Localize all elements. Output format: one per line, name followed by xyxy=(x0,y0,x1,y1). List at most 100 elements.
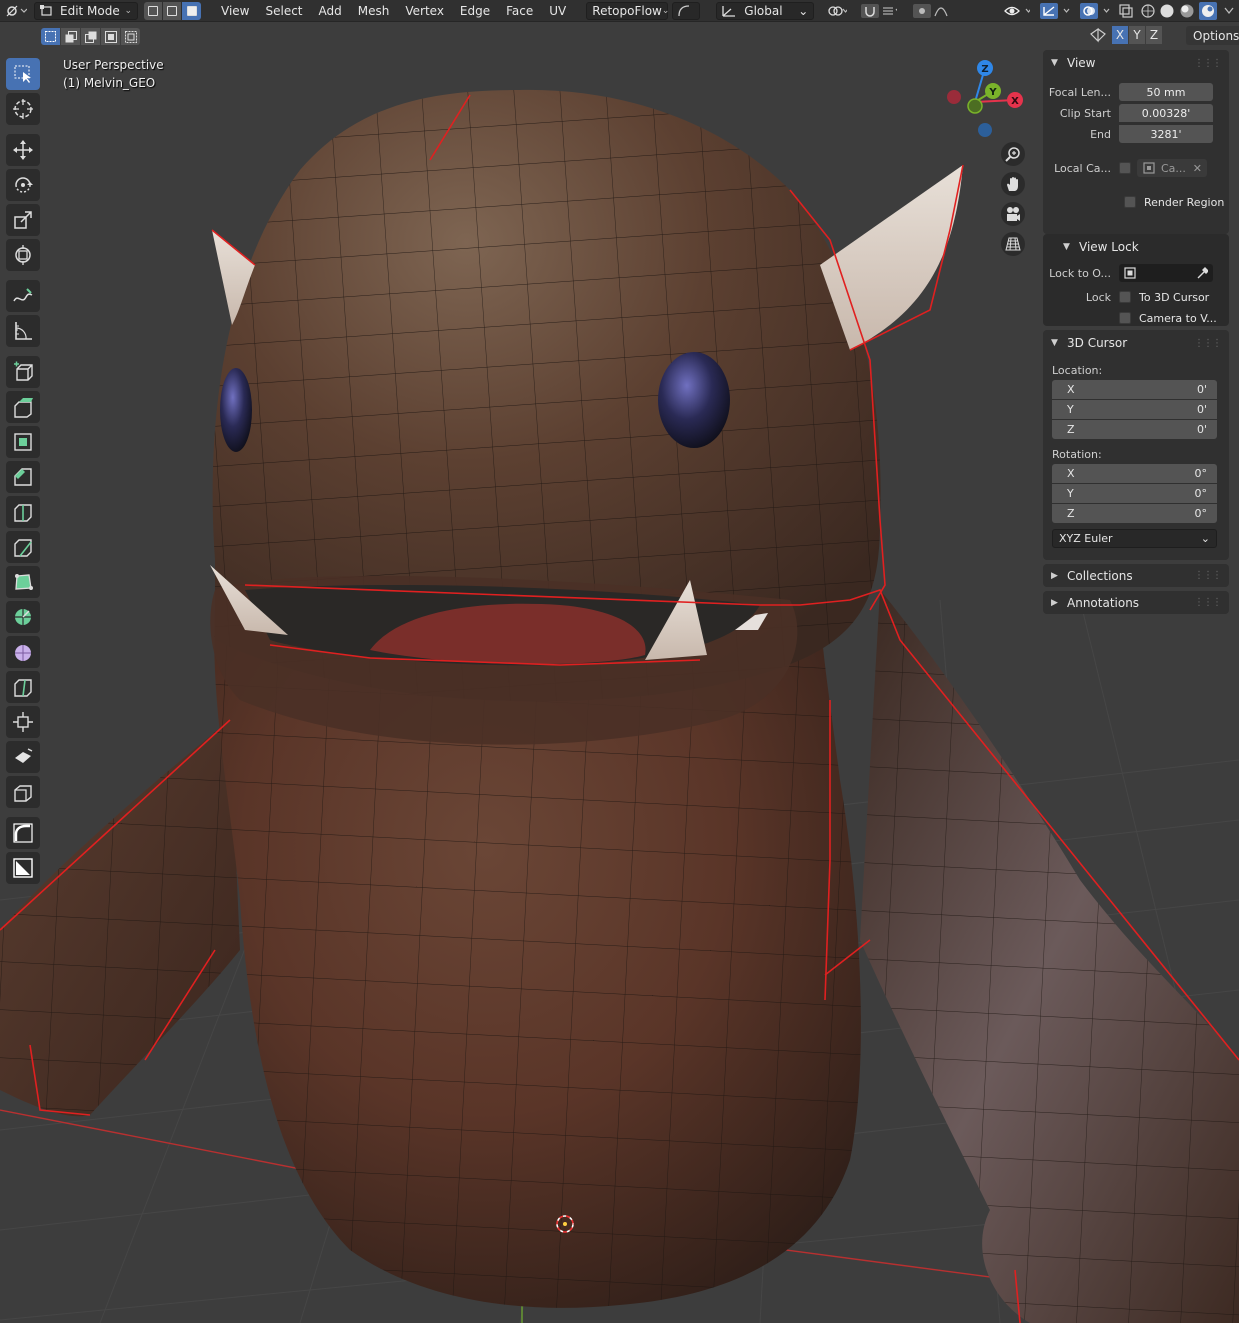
rotation-x-field[interactable]: X 0° xyxy=(1052,464,1217,483)
shading-icons[interactable] xyxy=(1139,1,1217,20)
mirror-y-toggle[interactable]: Y xyxy=(1129,26,1145,44)
orientation-axes-icon xyxy=(722,5,736,17)
rotate-tool[interactable] xyxy=(6,169,40,201)
mirror-z-toggle[interactable]: Z xyxy=(1146,26,1162,44)
object-visibility-dropdown[interactable] xyxy=(999,2,1035,20)
clip-end-field[interactable]: 3281' xyxy=(1119,125,1213,143)
select-box-tool[interactable] xyxy=(6,58,40,90)
transform-orientation-dropdown[interactable]: Global ⌄ xyxy=(716,1,815,20)
gizmo-toggle[interactable] xyxy=(1035,2,1075,20)
viewport-header: Edit Mode ⌄ View Select Add Mesh Vertex … xyxy=(0,0,1239,22)
clip-start-label: Clip Start xyxy=(1059,106,1111,120)
menu-add[interactable]: Add xyxy=(311,2,350,20)
camera-to-view-checkbox[interactable] xyxy=(1119,312,1131,324)
neg-y-handle[interactable] xyxy=(967,98,983,114)
select-subtract-button[interactable] xyxy=(81,28,100,45)
shrink-fatten-tool[interactable] xyxy=(6,706,40,738)
local-camera-checkbox[interactable] xyxy=(1119,162,1131,174)
menu-vertex[interactable]: Vertex xyxy=(397,2,452,20)
options-dropdown[interactable]: Options xyxy=(1186,26,1239,45)
lock-to-object-field[interactable] xyxy=(1119,264,1213,282)
custom-tool-2[interactable] xyxy=(6,852,40,884)
cursor-tool[interactable] xyxy=(6,93,40,125)
3d-viewport[interactable]: User Perspective (1) Melvin_GEO Z Y X ▼ … xyxy=(0,50,1239,1323)
eye-icon xyxy=(1004,6,1030,15)
location-y-field[interactable]: Y 0' xyxy=(1052,400,1217,419)
3d-cursor-header[interactable]: ▼ 3D Cursor ⋮⋮⋮ xyxy=(1043,330,1229,356)
clear-icon[interactable]: ✕ xyxy=(1193,162,1202,175)
edge-slide-tool[interactable] xyxy=(6,671,40,703)
annotations-panel[interactable]: ▶ Annotations ⋮⋮⋮ xyxy=(1043,591,1229,614)
view-panel-header[interactable]: ▼ View ⋮⋮⋮ xyxy=(1043,50,1229,76)
select-intersect-button[interactable] xyxy=(121,28,140,45)
transform-tool[interactable] xyxy=(6,239,40,271)
scale-tool[interactable] xyxy=(6,204,40,236)
bevel-tool[interactable] xyxy=(6,461,40,493)
clip-start-field[interactable]: 0.00328' xyxy=(1119,104,1213,122)
spin-tool[interactable] xyxy=(6,601,40,633)
drag-handle-icon[interactable]: ⋮⋮⋮ xyxy=(1194,570,1222,581)
editor-type-button[interactable] xyxy=(0,2,32,20)
select-extend-button[interactable] xyxy=(61,28,80,45)
ortho-toggle-button[interactable] xyxy=(1001,232,1025,256)
overlays-toggle[interactable] xyxy=(1075,2,1115,20)
poly-build-tool[interactable] xyxy=(6,566,40,598)
select-box-icon xyxy=(14,65,31,83)
rotation-z-field[interactable]: Z 0° xyxy=(1052,504,1217,523)
custom-tool-1[interactable] xyxy=(6,817,40,849)
neg-x-handle[interactable] xyxy=(947,90,961,104)
retopoflow-dropdown[interactable]: RetopoFlow ⌄ xyxy=(586,1,669,20)
mirror-x-toggle[interactable]: X xyxy=(1112,26,1128,44)
edge-select-button[interactable] xyxy=(163,1,182,20)
focal-length-field[interactable]: 50 mm xyxy=(1119,83,1213,101)
menu-select[interactable]: Select xyxy=(257,2,310,20)
rotation-y-field[interactable]: Y 0° xyxy=(1052,484,1217,503)
menu-edge[interactable]: Edge xyxy=(452,2,498,20)
smooth-tool[interactable] xyxy=(6,636,40,668)
knife-tool[interactable] xyxy=(6,531,40,563)
neg-z-handle[interactable] xyxy=(978,123,992,137)
xray-toggle[interactable] xyxy=(1117,2,1135,20)
pivot-point-dropdown[interactable] xyxy=(822,2,852,20)
render-region-checkbox[interactable] xyxy=(1124,196,1136,208)
shading-options-dropdown[interactable] xyxy=(1219,2,1239,20)
shading-mode-group xyxy=(1137,1,1219,20)
menu-mesh[interactable]: Mesh xyxy=(350,2,398,20)
menu-view[interactable]: View xyxy=(213,2,257,20)
local-camera-field[interactable]: Ca... ✕ xyxy=(1137,159,1207,177)
to-3d-cursor-checkbox[interactable] xyxy=(1119,291,1131,303)
select-invert-button[interactable] xyxy=(101,28,120,45)
pan-button[interactable] xyxy=(1001,172,1025,196)
navigation-gizmo[interactable]: Z Y X xyxy=(940,56,1030,146)
drag-handle-icon[interactable]: ⋮⋮⋮ xyxy=(1194,338,1222,349)
extrude-tool[interactable] xyxy=(6,391,40,423)
rotation-mode-dropdown[interactable]: XYZ Euler ⌄ xyxy=(1052,529,1217,548)
face-select-button[interactable] xyxy=(182,1,201,20)
drag-handle-icon[interactable]: ⋮⋮⋮ xyxy=(1194,58,1222,69)
shear-tool[interactable] xyxy=(6,741,40,773)
menu-face[interactable]: Face xyxy=(498,2,541,20)
loop-cut-tool[interactable] xyxy=(6,496,40,528)
location-x-field[interactable]: X 0' xyxy=(1052,380,1217,399)
camera-view-button[interactable] xyxy=(1001,202,1025,226)
inset-faces-tool[interactable] xyxy=(6,426,40,458)
mode-dropdown[interactable]: Edit Mode ⌄ xyxy=(34,1,138,20)
vertex-select-button[interactable] xyxy=(144,1,163,20)
annotate-tool[interactable] xyxy=(6,280,40,312)
retopoflow-options-button[interactable] xyxy=(672,1,701,20)
chevron-down-icon xyxy=(1224,7,1234,14)
add-cube-tool[interactable] xyxy=(6,356,40,388)
drag-handle-icon[interactable]: ⋮⋮⋮ xyxy=(1194,597,1222,608)
rip-region-tool[interactable] xyxy=(6,776,40,808)
menu-uv[interactable]: UV xyxy=(541,2,574,20)
move-tool[interactable] xyxy=(6,134,40,166)
proportional-editing-toggle[interactable] xyxy=(908,2,956,20)
select-new-button[interactable] xyxy=(41,28,60,45)
snapping-toggle[interactable] xyxy=(856,2,902,20)
view-lock-header[interactable]: ▼ View Lock xyxy=(1043,234,1229,260)
location-z-field[interactable]: Z 0' xyxy=(1052,420,1217,439)
zoom-button[interactable] xyxy=(1001,142,1025,166)
measure-tool[interactable] xyxy=(6,315,40,347)
eyedropper-icon[interactable] xyxy=(1196,267,1208,279)
collections-panel[interactable]: ▶ Collections ⋮⋮⋮ xyxy=(1043,564,1229,587)
